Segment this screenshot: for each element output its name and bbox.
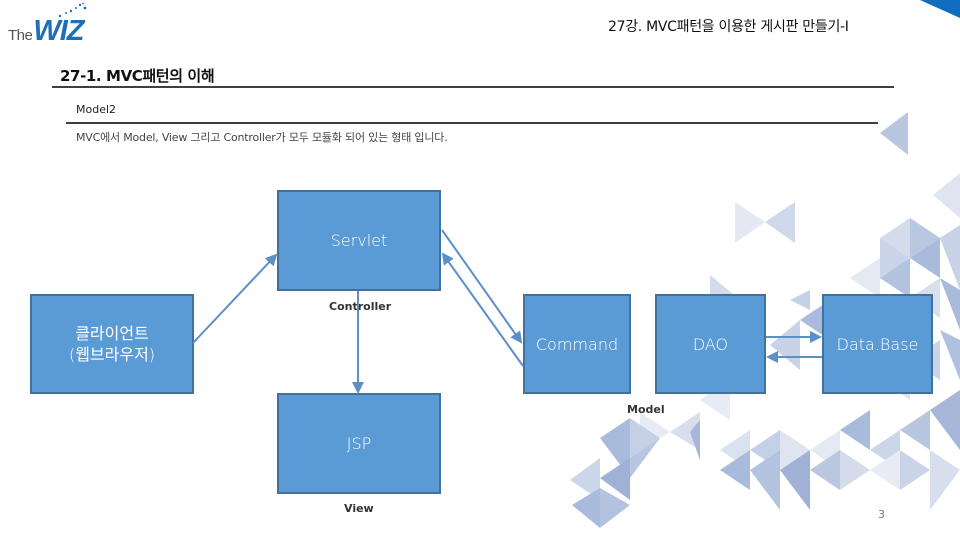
logo-prefix: The	[8, 27, 33, 44]
corner-accent-icon	[920, 0, 960, 18]
node-servlet-label: Servlet	[330, 231, 388, 250]
node-client: 클라이언트 (웹브라우저)	[30, 294, 194, 394]
node-command-label: Command	[535, 334, 619, 354]
group-label-view: View	[344, 502, 374, 515]
section-divider	[52, 86, 894, 88]
node-jsp-label: JSP	[346, 434, 372, 453]
subheading: Model2	[76, 103, 117, 116]
node-database: Data.Base	[822, 294, 933, 394]
group-label-model: Model	[627, 403, 665, 416]
node-database-label: Data.Base	[836, 334, 919, 354]
node-client-label-line1: 클라이언트	[75, 324, 149, 343]
lecture-title: 27강. MVC패턴을 이용한 게시판 만들기-I	[608, 19, 849, 35]
section-title: 27-1. MVC패턴의 이해	[60, 67, 215, 85]
node-command: Command	[523, 294, 631, 394]
logo-brand: WIZ	[33, 15, 84, 47]
logo-sparkle-icon	[58, 2, 87, 18]
node-servlet: Servlet	[277, 190, 441, 291]
page-number: 3	[878, 508, 885, 521]
node-dao-label: DAO	[692, 334, 729, 354]
node-jsp: JSP	[277, 393, 441, 494]
description: MVC에서 Model, View 그리고 Controller가 모두 모듈화…	[76, 131, 448, 144]
group-label-controller: Controller	[329, 300, 392, 313]
node-client-label-line2: (웹브라우저)	[68, 345, 156, 364]
node-dao: DAO	[655, 294, 766, 394]
subheading-divider	[66, 122, 878, 124]
logo: The WIZ	[8, 14, 85, 47]
